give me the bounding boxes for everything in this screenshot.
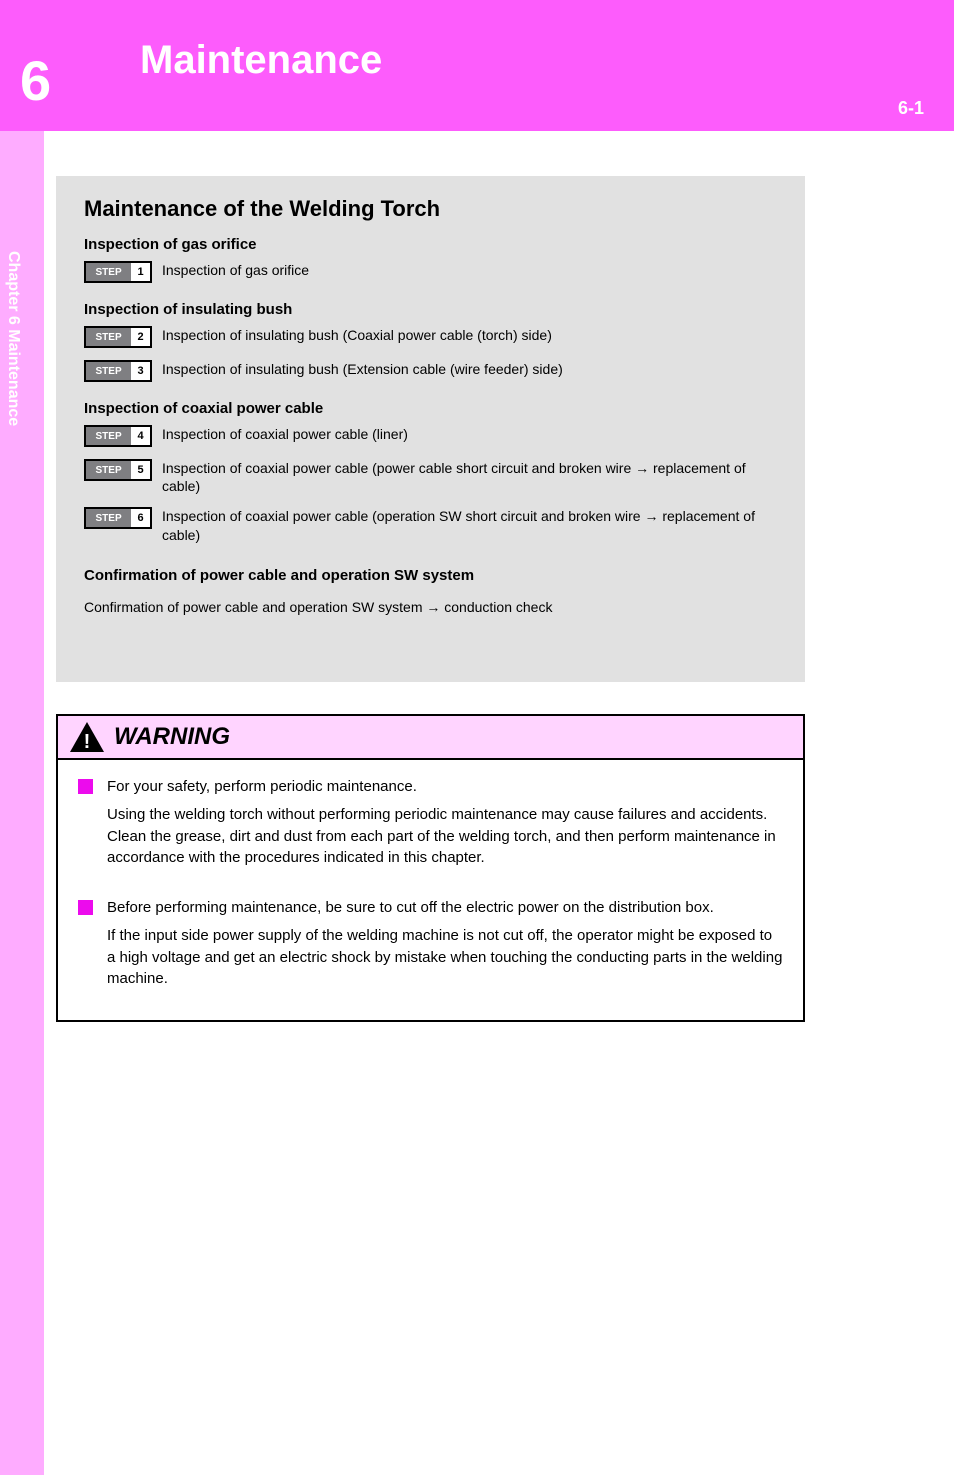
step-badge: STEP 1	[84, 261, 152, 283]
warning-header: ! WARNING	[58, 716, 803, 760]
step-row: STEP 2 Inspection of insulating bush (Co…	[84, 326, 777, 348]
step-badge-label: STEP	[86, 328, 131, 346]
step-badge-num: 1	[131, 263, 150, 281]
step-badge-num: 3	[131, 362, 150, 380]
chapter-number: 6	[20, 48, 51, 113]
flow-label: Confirmation of power cable and operatio…	[84, 564, 777, 588]
step-badge-num: 5	[131, 461, 150, 479]
gas-label: Inspection of gas orifice	[84, 236, 777, 253]
step-badge-label: STEP	[86, 263, 131, 281]
warning-item-text: If the input side power supply of the we…	[107, 925, 783, 990]
step-badge-num: 2	[131, 328, 150, 346]
step-row: STEP 4 Inspection of coaxial power cable…	[84, 425, 777, 447]
chapter-title: Maintenance	[140, 38, 382, 83]
step-row: STEP 3 Inspection of insulating bush (Ex…	[84, 360, 777, 382]
step-row: STEP 5 Inspection of coaxial power cable…	[84, 459, 777, 495]
warning-item-title: For your safety, perform periodic mainte…	[107, 776, 417, 798]
step-badge: STEP 2	[84, 326, 152, 348]
step-row: STEP 6 Inspection of coaxial power cable…	[84, 507, 777, 543]
cable-label: Inspection of coaxial power cable	[84, 400, 777, 417]
step-badge-num: 6	[131, 509, 150, 527]
step-text: Inspection of coaxial power cable (liner…	[162, 425, 777, 443]
page-header: 6 Maintenance 6-1	[0, 0, 954, 131]
page-number: 6-1	[898, 98, 924, 119]
step-badge: STEP 6	[84, 507, 152, 529]
step-badge: STEP 5	[84, 459, 152, 481]
maintenance-box: Maintenance of the Welding Torch Inspect…	[56, 176, 805, 682]
sidebar: Chapter 6 Maintenance	[0, 131, 44, 1475]
warning-title: WARNING	[114, 723, 230, 751]
step-text: Inspection of insulating bush (Coaxial p…	[162, 326, 777, 344]
warning-box: ! WARNING For your safety, perform perio…	[56, 714, 805, 1022]
warning-bullet-icon	[78, 779, 93, 794]
step-badge-label: STEP	[86, 461, 131, 479]
warning-body: For your safety, perform periodic mainte…	[58, 760, 803, 1020]
svg-text:!: !	[84, 731, 91, 752]
warning-bullet-icon	[78, 900, 93, 915]
step-text: Inspection of gas orifice	[162, 261, 777, 279]
warning-triangle-icon: !	[70, 722, 104, 752]
warning-item-title: Before performing maintenance, be sure t…	[107, 897, 714, 919]
step-text: Inspection of coaxial power cable (power…	[162, 459, 777, 495]
step-text: Inspection of insulating bush (Extension…	[162, 360, 777, 378]
step-badge: STEP 3	[84, 360, 152, 382]
ins-label: Inspection of insulating bush	[84, 301, 777, 318]
flow-section: Confirmation of power cable and operatio…	[84, 564, 777, 618]
step-badge-num: 4	[131, 427, 150, 445]
step-badge: STEP 4	[84, 425, 152, 447]
sidebar-label: Chapter 6 Maintenance	[4, 251, 22, 426]
step-badge-label: STEP	[86, 509, 131, 527]
warning-item: Before performing maintenance, be sure t…	[78, 897, 783, 919]
warning-item-text: Using the welding torch without performi…	[107, 804, 783, 869]
step-row: STEP 1 Inspection of gas orifice	[84, 261, 777, 283]
warning-item: For your safety, perform periodic mainte…	[78, 776, 783, 798]
step-badge-label: STEP	[86, 427, 131, 445]
step-text: Inspection of coaxial power cable (opera…	[162, 507, 777, 543]
flow-text: Confirmation of power cable and operatio…	[84, 596, 777, 618]
graybox-title: Maintenance of the Welding Torch	[84, 196, 777, 222]
step-badge-label: STEP	[86, 362, 131, 380]
